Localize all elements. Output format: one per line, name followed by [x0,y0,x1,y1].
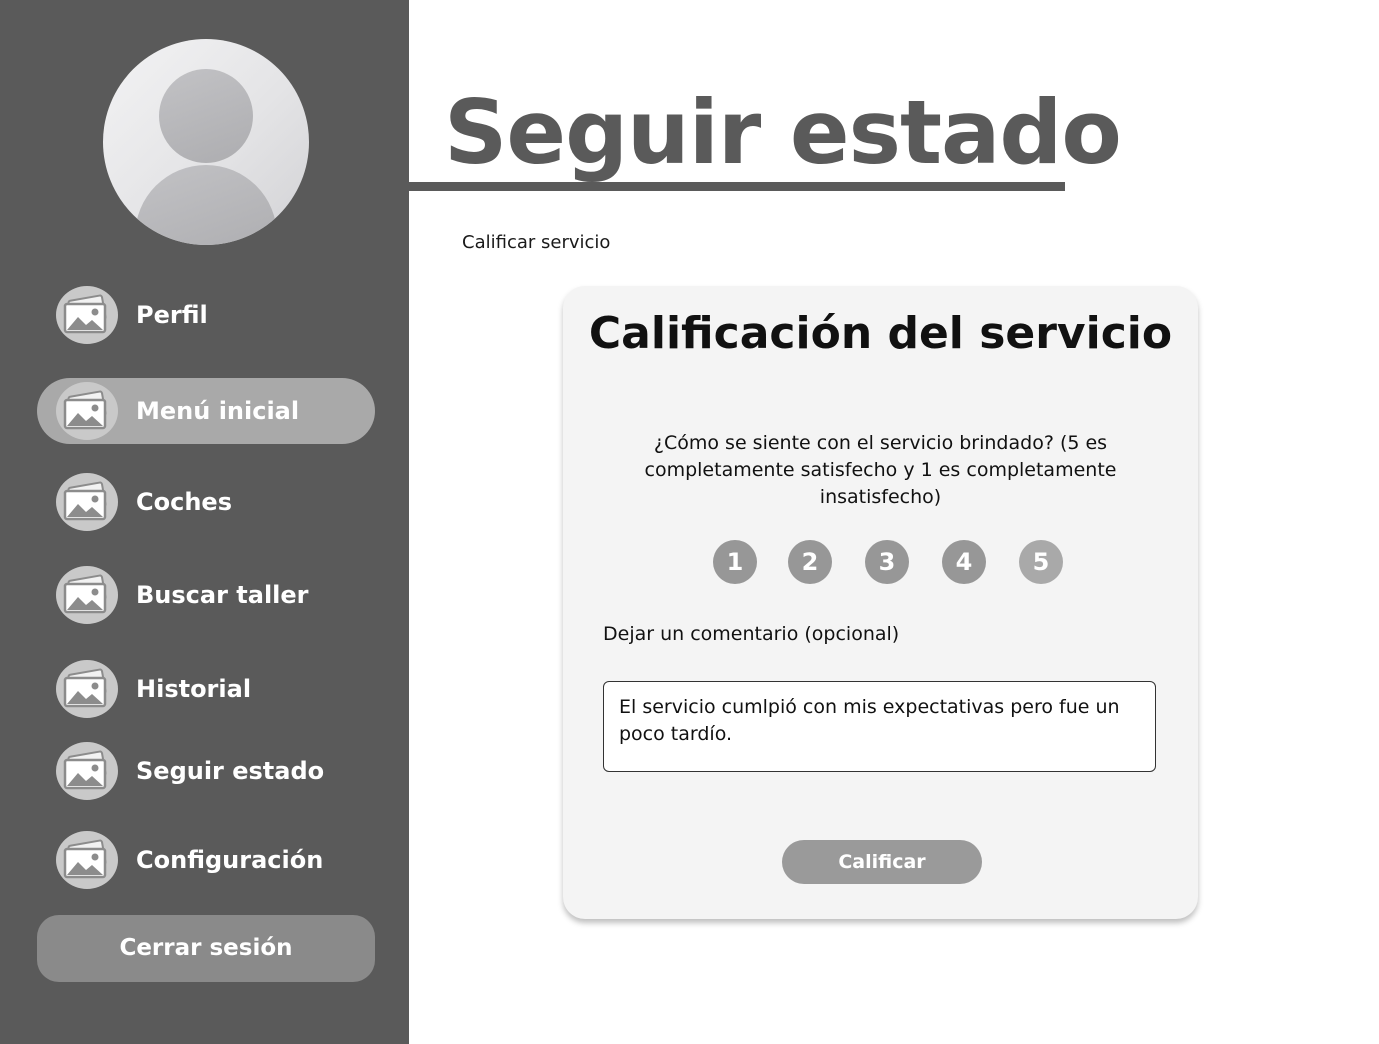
avatar-head-shape [159,69,253,163]
image-icon [56,566,118,624]
avatar[interactable] [103,39,309,245]
submit-rating-button[interactable]: Calificar [782,840,982,884]
rating-button-1[interactable]: 1 [713,540,757,584]
sidebar-item-perfil[interactable]: Perfil [37,282,375,348]
avatar-body-shape [135,165,277,245]
sidebar-item-label: Buscar taller [136,581,309,609]
sidebar: Perfil Menú inicial Coches Buscar taller… [0,0,409,1044]
sidebar-item-seguir-estado[interactable]: Seguir estado [37,738,375,804]
sidebar-item-label: Perfil [136,301,208,329]
image-icon [56,382,118,440]
image-icon [56,660,118,718]
sidebar-item-label: Menú inicial [136,397,300,425]
sidebar-item-label: Coches [136,488,232,516]
sidebar-item-menu-inicial[interactable]: Menú inicial [37,378,375,444]
rating-button-4[interactable]: 4 [942,540,986,584]
logout-button[interactable]: Cerrar sesión [37,915,375,982]
comment-input[interactable]: El servicio cumlpió con mis expectativas… [603,681,1156,772]
rating-card: Calificación del servicio ¿Cómo se sient… [563,286,1198,919]
sidebar-item-label: Seguir estado [136,757,325,785]
sidebar-item-label: Historial [136,675,252,703]
sidebar-item-buscar-taller[interactable]: Buscar taller [37,562,375,628]
comment-label: Dejar un comentario (opcional) [603,623,900,645]
rating-button-5[interactable]: 5 [1019,540,1063,584]
sidebar-item-label: Configuración [136,846,324,874]
title-underline [409,182,1065,191]
rating-button-2[interactable]: 2 [788,540,832,584]
image-icon [56,742,118,800]
section-label: Calificar servicio [462,232,611,253]
sidebar-item-coches[interactable]: Coches [37,469,375,535]
image-icon [56,286,118,344]
sidebar-item-historial[interactable]: Historial [37,656,375,722]
rating-question: ¿Cómo se siente con el servicio brindado… [644,432,1117,508]
image-icon [56,831,118,889]
page-title: Seguir estado [444,81,1122,184]
sidebar-item-configuracion[interactable]: Configuración [37,827,375,893]
rating-button-3[interactable]: 3 [865,540,909,584]
image-icon [56,473,118,531]
card-title: Calificación del servicio [588,308,1173,359]
